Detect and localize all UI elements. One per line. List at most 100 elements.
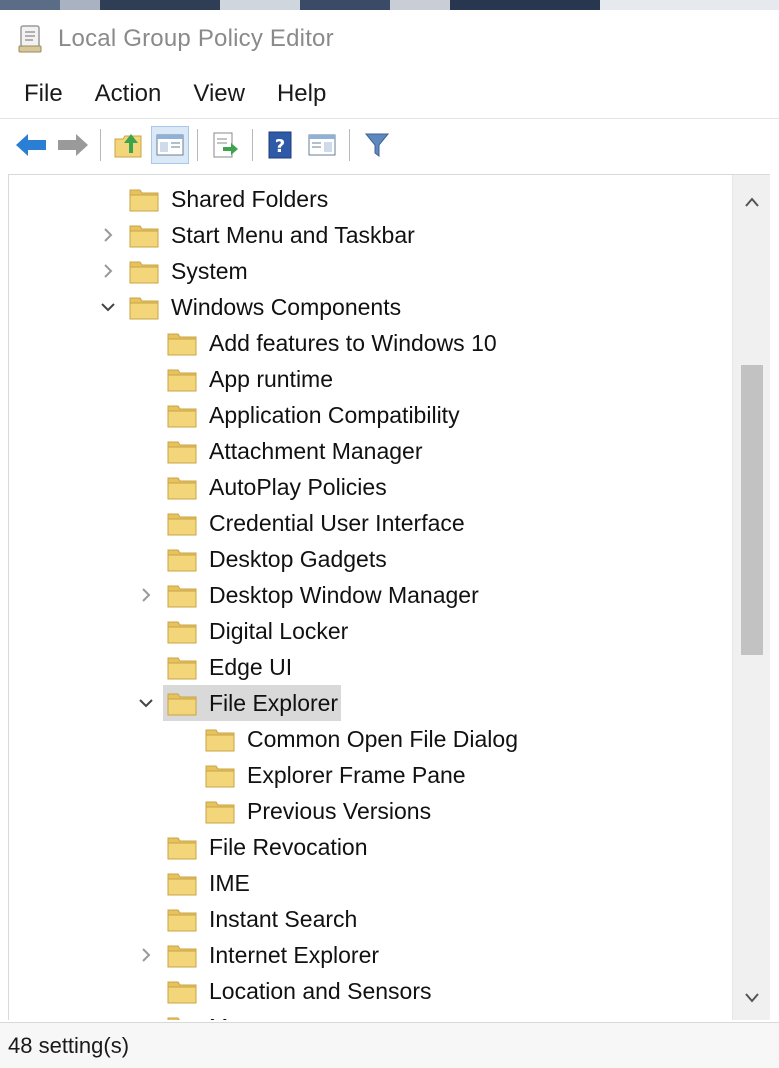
chevron-down-icon[interactable] — [137, 694, 155, 712]
tree-item[interactable]: Explorer Frame Pane — [9, 757, 733, 793]
export-list-icon — [213, 132, 238, 157]
tree-item-label: Internet Explorer — [209, 942, 380, 968]
tree-item[interactable]: Windows Components — [9, 289, 733, 325]
tree-item[interactable]: AutoPlay Policies — [9, 469, 733, 505]
tree-item-label: File Explorer — [209, 690, 339, 716]
scrollbar-thumb[interactable] — [741, 365, 763, 655]
tree-item[interactable]: System — [9, 253, 733, 289]
tree-view: Shared Folders Start Menu and Taskbar Syst… — [9, 175, 733, 1020]
folder-icon — [205, 801, 235, 824]
folder-icon — [167, 837, 197, 860]
scroll-down-button[interactable] — [733, 979, 770, 1017]
properties-pane-button[interactable] — [303, 126, 341, 164]
properties-pane-icon — [308, 134, 336, 155]
desktop-strip — [0, 0, 779, 10]
vertical-scrollbar[interactable] — [732, 175, 770, 1020]
tree-item-label: Digital Locker — [209, 618, 349, 644]
toolbar-separator — [100, 128, 101, 161]
folder-icon — [167, 945, 197, 968]
tree-item[interactable]: Add features to Windows 10 — [9, 325, 733, 361]
chevron-up-icon — [745, 197, 759, 207]
tree-item[interactable]: File Revocation — [9, 829, 733, 865]
up-folder-button[interactable] — [109, 126, 147, 164]
tree-item[interactable]: Application Compatibility — [9, 397, 733, 433]
chevron-down-icon[interactable] — [99, 298, 117, 316]
tree-item-label: Application Compatibility — [209, 402, 460, 428]
folder-icon — [129, 261, 159, 284]
chevron-down-icon — [745, 993, 759, 1003]
chevron-right-icon[interactable] — [99, 262, 117, 280]
tree-item-label: File Revocation — [209, 834, 368, 860]
help-button[interactable]: ? — [261, 126, 299, 164]
folder-icon — [205, 729, 235, 752]
tree-item[interactable]: Desktop Gadgets — [9, 541, 733, 577]
status-setting-count: 48 setting(s) — [8, 1032, 130, 1058]
tree-item[interactable]: File Explorer — [9, 685, 733, 721]
policy-editor-icon — [18, 25, 42, 53]
folder-icon — [167, 873, 197, 896]
filter-icon — [364, 133, 390, 157]
tree-item-label: Common Open File Dialog — [247, 726, 519, 752]
toolbar-separator — [197, 128, 198, 161]
chevron-right-icon[interactable] — [137, 946, 155, 964]
toolbar-separator — [349, 128, 350, 161]
tree-item-label: Maps — [209, 1009, 265, 1020]
folder-icon — [167, 981, 197, 1004]
tree-item[interactable]: Start Menu and Taskbar — [9, 217, 733, 253]
filter-button[interactable] — [358, 126, 396, 164]
help-icon: ? — [268, 131, 292, 158]
back-arrow-icon — [16, 133, 46, 156]
tree-item-label: Attachment Manager — [209, 438, 423, 464]
menu-action[interactable]: Action — [95, 80, 162, 108]
folder-icon — [129, 225, 159, 248]
chevron-right-icon[interactable] — [99, 226, 117, 244]
tree-item[interactable]: Common Open File Dialog — [9, 721, 733, 757]
folder-icon — [167, 585, 197, 608]
tree-item[interactable]: IME — [9, 865, 733, 901]
tree-item[interactable]: Instant Search — [9, 901, 733, 937]
chevron-right-icon[interactable] — [137, 586, 155, 604]
tree-item[interactable]: Previous Versions — [9, 793, 733, 829]
tree-item[interactable]: Edge UI — [9, 649, 733, 685]
show-hide-tree-button[interactable] — [151, 125, 189, 164]
tree-item-label: Add features to Windows 10 — [209, 330, 497, 356]
tree-item[interactable]: Shared Folders — [9, 181, 733, 217]
toolbar: ? — [0, 118, 779, 170]
menu-file[interactable]: File — [24, 80, 63, 108]
up-folder-icon — [114, 133, 142, 157]
policy-tree-pane[interactable]: Shared Folders Start Menu and Taskbar Syst… — [8, 174, 770, 1020]
tree-item-label: Previous Versions — [247, 798, 432, 824]
tree-item[interactable]: Location and Sensors — [9, 973, 733, 1009]
tree-item[interactable]: Maps — [9, 1009, 733, 1020]
folder-icon — [129, 297, 159, 320]
folder-icon — [167, 441, 197, 464]
tree-item-label: Windows Components — [171, 294, 402, 320]
menu-view[interactable]: View — [193, 80, 245, 108]
toolbar-separator — [252, 128, 253, 161]
tree-item[interactable]: Credential User Interface — [9, 505, 733, 541]
folder-icon — [167, 405, 197, 428]
svg-text:?: ? — [275, 136, 285, 157]
folder-icon — [167, 693, 197, 716]
forward-button[interactable] — [54, 126, 92, 164]
menu-help[interactable]: Help — [277, 80, 326, 108]
tree-item[interactable]: Digital Locker — [9, 613, 733, 649]
tree-item-label: App runtime — [209, 366, 334, 392]
tree-item-label: Desktop Window Manager — [209, 582, 479, 608]
folder-icon — [167, 909, 197, 932]
tree-item[interactable]: Internet Explorer — [9, 937, 733, 973]
export-list-button[interactable] — [206, 126, 244, 164]
tree-item[interactable]: Attachment Manager — [9, 433, 733, 469]
tree-item[interactable]: Desktop Window Manager — [9, 577, 733, 613]
folder-icon — [167, 369, 197, 392]
tree-item-label: IME — [209, 870, 250, 896]
scroll-up-button[interactable] — [733, 183, 770, 221]
show-hide-tree-icon — [156, 134, 184, 155]
folder-icon — [205, 765, 235, 788]
tree-item-label: Edge UI — [209, 654, 293, 680]
tree-item[interactable]: App runtime — [9, 361, 733, 397]
forward-arrow-icon — [58, 133, 88, 156]
back-button[interactable] — [12, 126, 50, 164]
status-bar: 48 setting(s) — [0, 1022, 779, 1068]
folder-icon — [167, 1017, 180, 1020]
